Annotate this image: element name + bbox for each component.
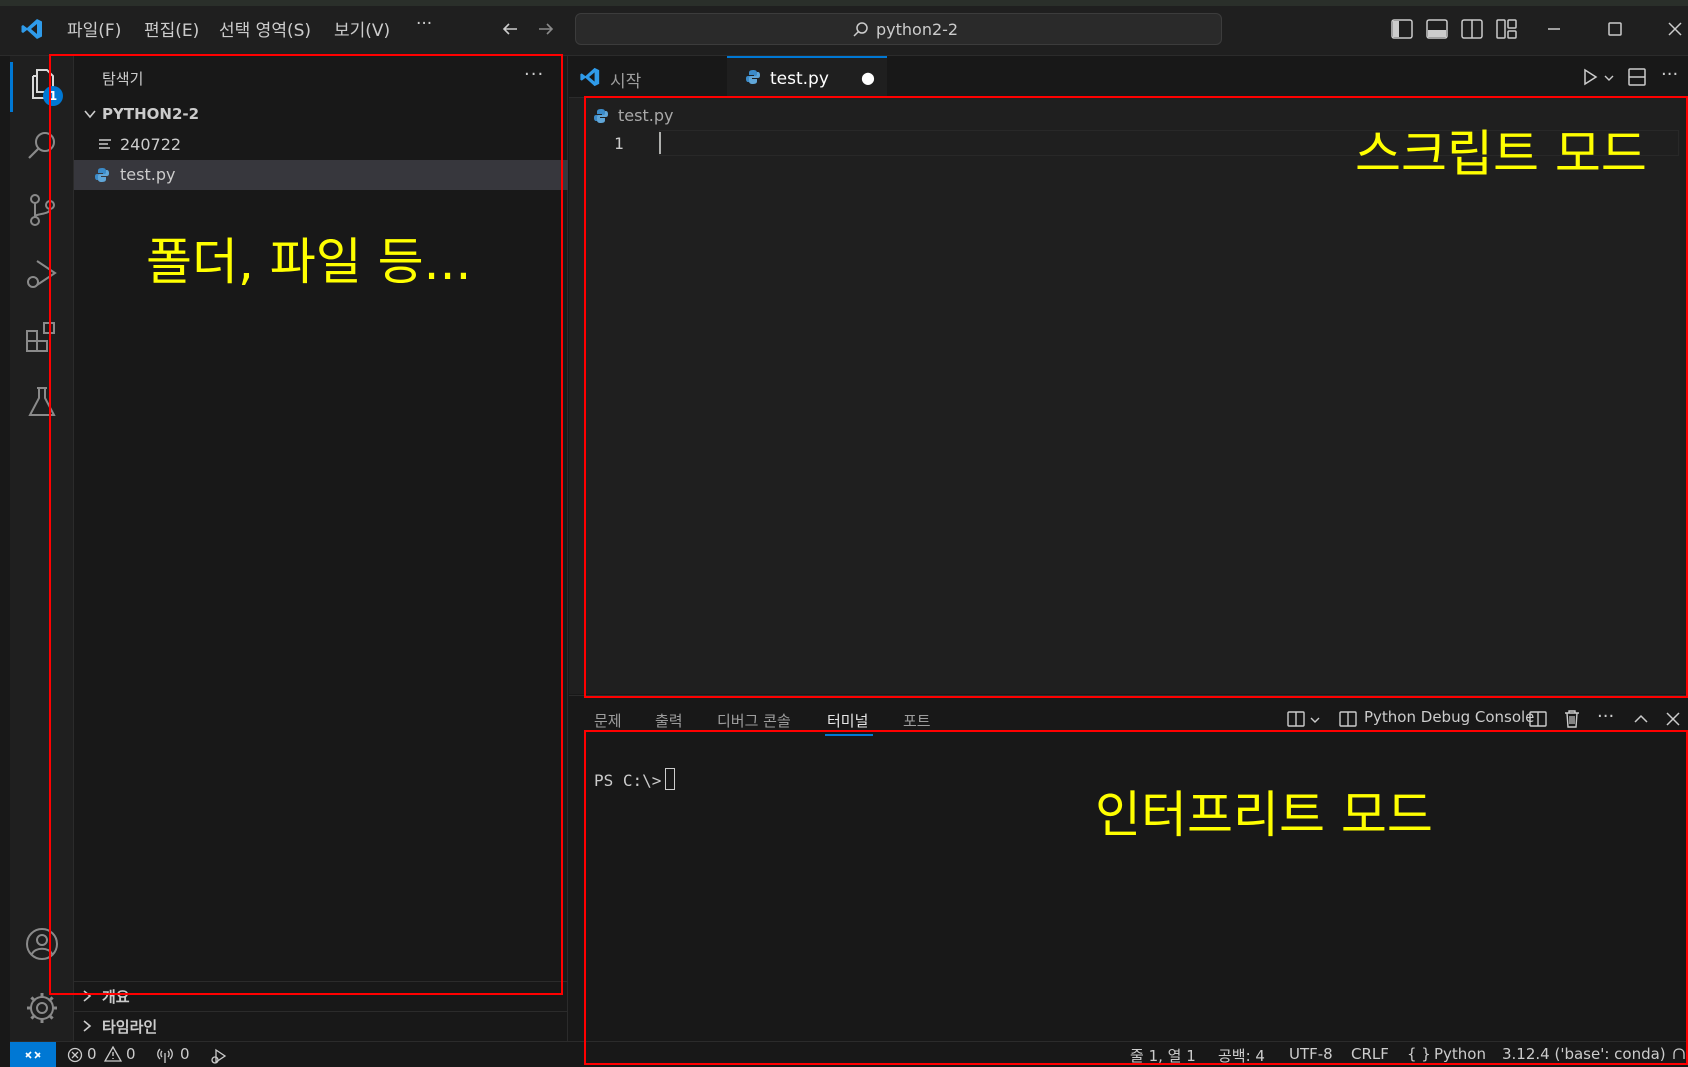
toggle-primary-sidebar-icon[interactable] (1391, 19, 1413, 39)
tab-welcome[interactable]: 시작 (569, 56, 727, 98)
search-icon (853, 22, 868, 37)
split-editor-icon[interactable] (1627, 67, 1647, 87)
annotation-label-terminal: 인터프리트 모드 (1095, 786, 1433, 844)
customize-layout-icon[interactable] (1496, 19, 1518, 39)
run-icon[interactable] (1581, 68, 1599, 86)
annotation-label-sidebar: 폴더, 파일 등... (146, 233, 472, 291)
error-count[interactable]: 0 (87, 1045, 97, 1063)
minimize-icon[interactable] (1545, 20, 1563, 38)
forward-arrow-icon[interactable] (536, 19, 556, 39)
vscode-logo-icon (580, 67, 600, 87)
editor-tabs: 시작 test.py ● ··· (569, 56, 1688, 98)
warning-icon (104, 1046, 122, 1062)
python-file-icon (746, 70, 760, 84)
menu-selection[interactable]: 선택 영역(S) (219, 16, 311, 41)
vscode-logo-icon (21, 19, 42, 39)
tab-label: 시작 (610, 72, 642, 92)
toggle-panel-icon[interactable] (1426, 19, 1448, 39)
menu-file[interactable]: 파일(F) (67, 16, 121, 41)
command-center-label: python2-2 (876, 20, 959, 39)
debug-run-icon[interactable] (210, 1047, 228, 1065)
ports-broadcast-icon (157, 1048, 173, 1063)
annotation-box-editor (584, 96, 1688, 698)
ports-count[interactable]: 0 (180, 1045, 190, 1063)
tab-label: test.py (770, 69, 829, 89)
menu-more[interactable]: ··· (416, 14, 432, 34)
modified-dot[interactable]: ● (861, 68, 875, 87)
warning-count[interactable]: 0 (126, 1045, 136, 1063)
remote-icon (25, 1051, 41, 1059)
tab-test-py[interactable]: test.py ● (727, 56, 887, 98)
back-arrow-icon[interactable] (500, 19, 520, 39)
tab-debug-console[interactable]: 디버그 콘솔 (717, 710, 791, 731)
command-center-search[interactable]: python2-2 (575, 13, 1222, 45)
gear-icon[interactable] (24, 990, 60, 1026)
chevron-down-icon[interactable] (1603, 72, 1615, 84)
panel-more-icon[interactable]: ··· (1597, 706, 1614, 727)
active-indicator (10, 62, 13, 112)
chevron-right-icon (83, 1020, 92, 1032)
tab-problems[interactable]: 문제 (594, 710, 622, 731)
title-bar: 파일(F) 편집(E) 선택 영역(S) 보기(V) ··· python2-2 (0, 0, 1688, 56)
new-terminal-split-icon[interactable] (1287, 710, 1305, 728)
timeline-label: 타임라인 (102, 1018, 158, 1036)
tab-terminal[interactable]: 터미널 (827, 710, 868, 731)
annotation-box-sidebar (49, 54, 563, 995)
trash-icon[interactable] (1563, 709, 1581, 729)
close-window-icon[interactable] (1666, 20, 1684, 38)
maximize-panel-icon[interactable] (1633, 711, 1649, 727)
chevron-down-icon[interactable] (1309, 714, 1321, 726)
menu-edit[interactable]: 편집(E) (144, 16, 199, 41)
split-terminal-icon[interactable] (1529, 710, 1547, 728)
remote-indicator[interactable] (10, 1042, 56, 1067)
maximize-icon[interactable] (1606, 20, 1624, 38)
timeline-section[interactable]: 타임라인 (74, 1011, 568, 1041)
toggle-secondary-sidebar-icon[interactable] (1461, 19, 1483, 39)
close-panel-icon[interactable] (1665, 711, 1681, 727)
terminal-instance-icon (1339, 711, 1357, 727)
terminal-name[interactable]: Python Debug Console (1364, 708, 1534, 726)
error-icon (67, 1047, 83, 1063)
annotation-label-editor: 스크립트 모드 (1355, 125, 1647, 183)
tab-output[interactable]: 출력 (655, 710, 683, 731)
tab-ports[interactable]: 포트 (903, 710, 931, 731)
editor-more-icon[interactable]: ··· (1661, 64, 1678, 85)
title-strip (0, 0, 1688, 6)
menu-view[interactable]: 보기(V) (334, 16, 390, 41)
